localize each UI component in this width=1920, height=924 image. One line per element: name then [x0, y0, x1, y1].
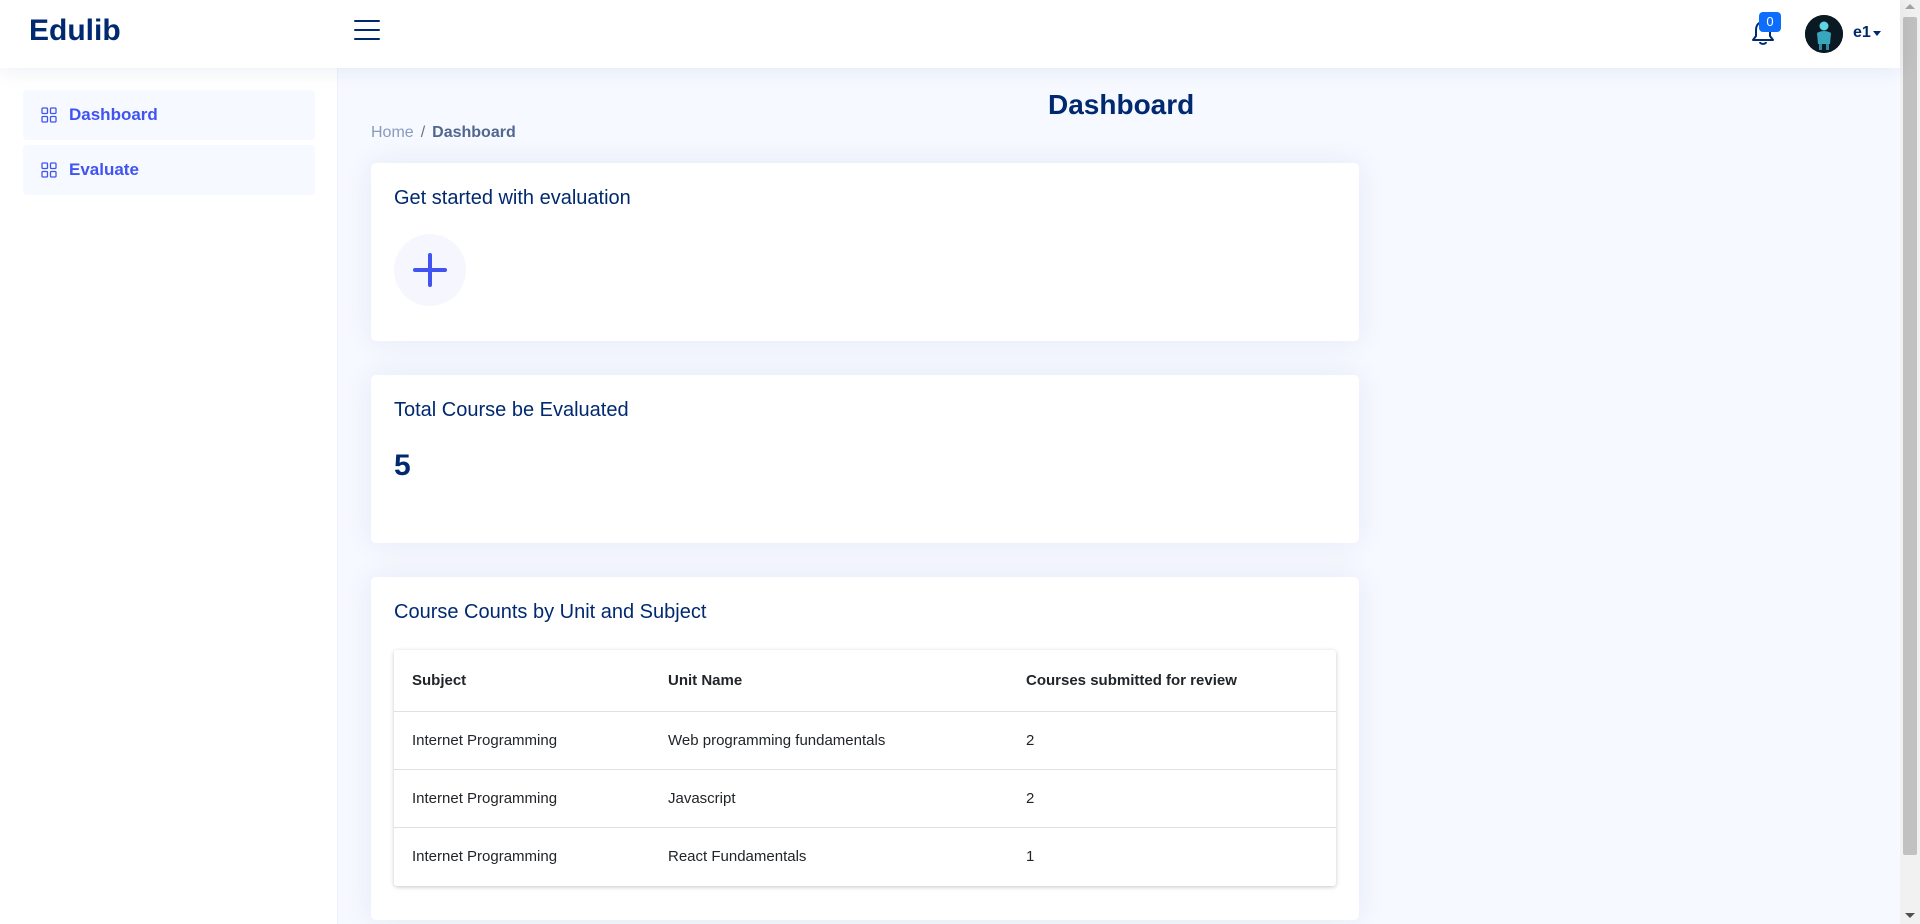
table-row: Internet Programming Web programming fun… [394, 712, 1336, 770]
breadcrumb-home-link[interactable]: Home [371, 124, 414, 141]
card-title: Course Counts by Unit and Subject [394, 601, 707, 623]
cell-course-count: 2 [1026, 790, 1035, 807]
notification-badge: 0 [1759, 12, 1781, 32]
breadcrumb: Home / Dashboard [371, 124, 516, 142]
sidebar-item-dashboard[interactable]: Dashboard [23, 90, 315, 140]
column-header-unit-name[interactable]: Unit Name [668, 672, 742, 689]
breadcrumb-separator: / [420, 124, 426, 141]
hamburger-menu-icon[interactable] [354, 20, 380, 44]
avatar[interactable] [1805, 15, 1843, 53]
card-title: Get started with evaluation [394, 187, 631, 209]
cell-course-count: 1 [1026, 848, 1035, 865]
grid-icon [41, 107, 57, 123]
plus-icon [413, 253, 447, 287]
card-title: Total Course be Evaluated [394, 399, 629, 421]
get-started-card: Get started with evaluation [371, 163, 1359, 341]
breadcrumb-current: Dashboard [432, 124, 516, 141]
app-logo[interactable]: Edulib [29, 14, 121, 48]
add-evaluation-button[interactable] [394, 234, 466, 306]
table-row: Internet Programming Javascript 2 [394, 770, 1336, 828]
vertical-scrollbar[interactable] [1900, 0, 1920, 924]
course-counts-card: Course Counts by Unit and Subject Subjec… [371, 577, 1359, 920]
table-row: Internet Programming React Fundamentals … [394, 828, 1336, 886]
user-name[interactable]: e1 [1853, 24, 1871, 42]
scrollbar-thumb[interactable] [1903, 17, 1917, 855]
sidebar-item-evaluate[interactable]: Evaluate [23, 145, 315, 195]
sidebar-item-label: Evaluate [69, 160, 139, 179]
sidebar: Dashboard Evaluate [0, 68, 338, 924]
cell-course-count: 2 [1026, 732, 1035, 749]
top-header: Edulib 0 e1 [0, 0, 1900, 68]
scroll-down-arrow-icon[interactable] [1905, 913, 1915, 918]
column-header-courses-submitted[interactable]: Courses submitted for review [1026, 672, 1237, 689]
sidebar-item-label: Dashboard [69, 105, 158, 124]
page-title: Dashboard [1048, 89, 1195, 120]
cell-subject: Internet Programming [412, 790, 558, 807]
table-header-row: Subject Unit Name Courses submitted for … [394, 650, 1336, 712]
cell-unit-name: Web programming fundamentals [668, 732, 886, 749]
scroll-up-arrow-icon[interactable] [1905, 4, 1915, 9]
caret-down-icon[interactable] [1873, 31, 1881, 36]
course-counts-table: Subject Unit Name Courses submitted for … [394, 650, 1336, 886]
column-header-subject[interactable]: Subject [412, 672, 466, 689]
total-courses-value: 5 [394, 449, 411, 482]
cell-subject: Internet Programming [412, 732, 558, 749]
grid-icon [41, 162, 57, 178]
total-courses-card: Total Course be Evaluated 5 [371, 375, 1359, 543]
cell-unit-name: Javascript [668, 790, 736, 807]
cell-unit-name: React Fundamentals [668, 848, 807, 865]
cell-subject: Internet Programming [412, 848, 558, 865]
